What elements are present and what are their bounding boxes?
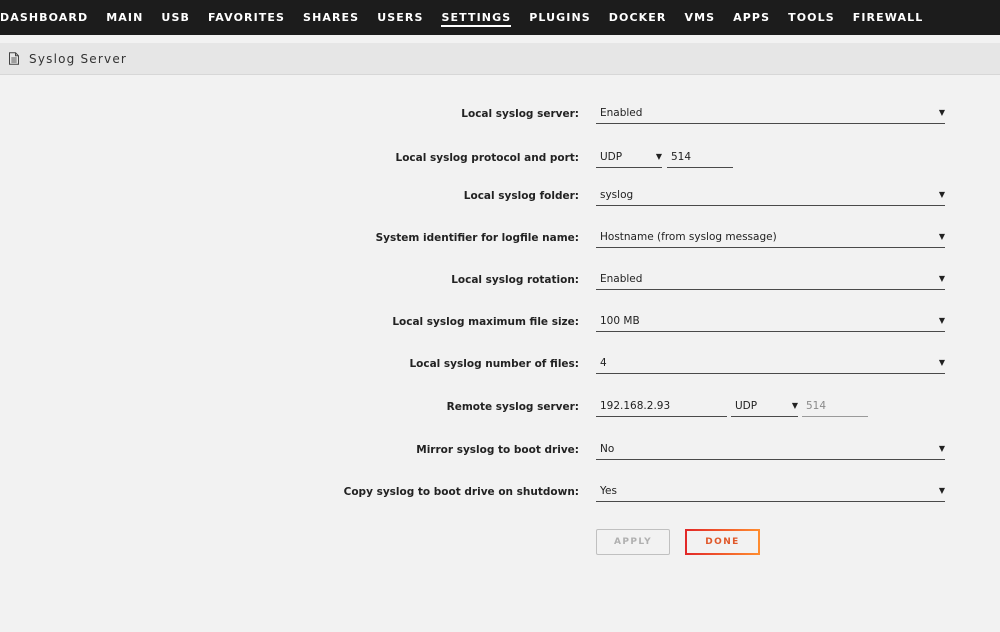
remote-protocol-value: UDP (735, 400, 758, 412)
row-max-file-size: Local syslog maximum file size: 100 MB ▼ (0, 310, 1000, 334)
row-protocol-port: Local syslog protocol and port: UDP ▼ 51… (0, 146, 1000, 170)
dropdown-caret-icon: ▼ (938, 190, 945, 199)
max-file-size-select[interactable]: 100 MB ▼ (596, 310, 945, 332)
local-syslog-server-select[interactable]: Enabled ▼ (596, 102, 945, 124)
max-file-size-label: Local syslog maximum file size: (392, 316, 579, 328)
copy-syslog-value: Yes (600, 485, 617, 497)
dropdown-caret-icon: ▼ (938, 358, 945, 367)
local-port-value: 514 (671, 151, 692, 163)
nav-settings[interactable]: SETTINGS (441, 0, 511, 35)
row-local-syslog-rotation: Local syslog rotation: Enabled ▼ (0, 268, 1000, 292)
mirror-syslog-value: No (600, 443, 615, 455)
local-syslog-rotation-value: Enabled (600, 273, 643, 285)
row-copy-syslog: Copy syslog to boot drive on shutdown: Y… (0, 480, 1000, 504)
nav-docker[interactable]: DOCKER (609, 0, 667, 35)
system-identifier-value: Hostname (from syslog message) (600, 231, 777, 243)
page-title: Syslog Server (29, 51, 128, 66)
nav-vms[interactable]: VMS (684, 0, 715, 35)
nav-shares[interactable]: SHARES (303, 0, 359, 35)
row-local-syslog-folder: Local syslog folder: syslog ▼ (0, 184, 1000, 208)
nav-apps[interactable]: APPS (733, 0, 770, 35)
mirror-syslog-select[interactable]: No ▼ (596, 438, 945, 460)
done-button[interactable]: DONE (685, 529, 760, 555)
nav-favorites[interactable]: FAVORITES (208, 0, 285, 35)
dropdown-caret-icon: ▼ (791, 401, 798, 410)
max-file-size-value: 100 MB (600, 315, 640, 327)
local-syslog-rotation-select[interactable]: Enabled ▼ (596, 268, 945, 290)
row-system-identifier: System identifier for logfile name: Host… (0, 226, 1000, 250)
nav-usb[interactable]: USB (161, 0, 190, 35)
section-title-bar: Syslog Server (0, 43, 1000, 75)
top-navigation: DASHBOARD MAIN USB FAVORITES SHARES USER… (0, 0, 1000, 35)
document-icon (8, 52, 22, 66)
protocol-port-label: Local syslog protocol and port: (395, 152, 580, 164)
nav-tools[interactable]: TOOLS (788, 0, 835, 35)
number-of-files-value: 4 (600, 357, 607, 369)
nav-dashboard[interactable]: DASHBOARD (0, 0, 88, 35)
local-syslog-folder-select[interactable]: syslog ▼ (596, 184, 945, 206)
remote-port-input[interactable]: 514 (802, 395, 868, 417)
local-protocol-value: UDP (600, 151, 623, 163)
system-identifier-select[interactable]: Hostname (from syslog message) ▼ (596, 226, 945, 248)
row-mirror-syslog: Mirror syslog to boot drive: No ▼ (0, 438, 1000, 462)
dropdown-caret-icon: ▼ (655, 152, 662, 161)
dropdown-caret-icon: ▼ (938, 316, 945, 325)
nav-plugins[interactable]: PLUGINS (529, 0, 591, 35)
mirror-syslog-label: Mirror syslog to boot drive: (416, 444, 579, 456)
remote-server-value: 192.168.2.93 (600, 400, 671, 412)
nav-firewall[interactable]: FIREWALL (853, 0, 924, 35)
dropdown-caret-icon: ▼ (938, 274, 945, 283)
remote-syslog-server-label: Remote syslog server: (446, 401, 579, 413)
row-number-of-files: Local syslog number of files: 4 ▼ (0, 352, 1000, 376)
copy-syslog-select[interactable]: Yes ▼ (596, 480, 945, 502)
nav-main[interactable]: MAIN (106, 0, 143, 35)
dropdown-caret-icon: ▼ (938, 486, 945, 495)
number-of-files-label: Local syslog number of files: (409, 358, 579, 370)
local-syslog-server-value: Enabled (600, 107, 643, 119)
row-local-syslog-server: Local syslog server: Enabled ▼ (0, 102, 1000, 126)
dropdown-caret-icon: ▼ (938, 444, 945, 453)
remote-port-value: 514 (806, 400, 827, 412)
nav-users[interactable]: USERS (377, 0, 423, 35)
local-syslog-rotation-label: Local syslog rotation: (451, 274, 579, 286)
remote-server-input[interactable]: 192.168.2.93 (596, 395, 727, 417)
local-port-input[interactable]: 514 (667, 146, 733, 168)
local-syslog-folder-value: syslog (600, 189, 634, 201)
system-identifier-label: System identifier for logfile name: (375, 232, 579, 244)
number-of-files-select[interactable]: 4 ▼ (596, 352, 945, 374)
apply-button[interactable]: APPLY (596, 529, 670, 555)
remote-protocol-select[interactable]: UDP ▼ (731, 395, 798, 417)
local-syslog-folder-label: Local syslog folder: (463, 190, 579, 202)
copy-syslog-label: Copy syslog to boot drive on shutdown: (343, 486, 579, 498)
dropdown-caret-icon: ▼ (938, 108, 945, 117)
dropdown-caret-icon: ▼ (938, 232, 945, 241)
local-protocol-select[interactable]: UDP ▼ (596, 146, 662, 168)
row-remote-syslog-server: Remote syslog server: 192.168.2.93 UDP ▼… (0, 395, 1000, 419)
local-syslog-server-label: Local syslog server: (461, 108, 579, 120)
